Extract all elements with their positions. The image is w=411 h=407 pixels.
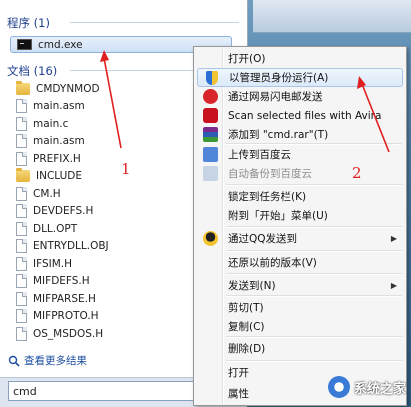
annotation-arrowhead-2 [357, 76, 366, 89]
annotation-arrow-2 [361, 83, 390, 153]
annotation-arrows [100, 50, 390, 153]
annotation-arrowhead-1 [100, 50, 109, 62]
annotation-label-2: 2 [352, 164, 362, 182]
watermark-logo-icon [328, 376, 350, 398]
watermark-text: 系统之家 [354, 381, 407, 397]
annotation-arrow-1 [103, 57, 122, 149]
annotation-label-1: 1 [121, 160, 131, 178]
watermark: 系统之家 [328, 371, 408, 403]
